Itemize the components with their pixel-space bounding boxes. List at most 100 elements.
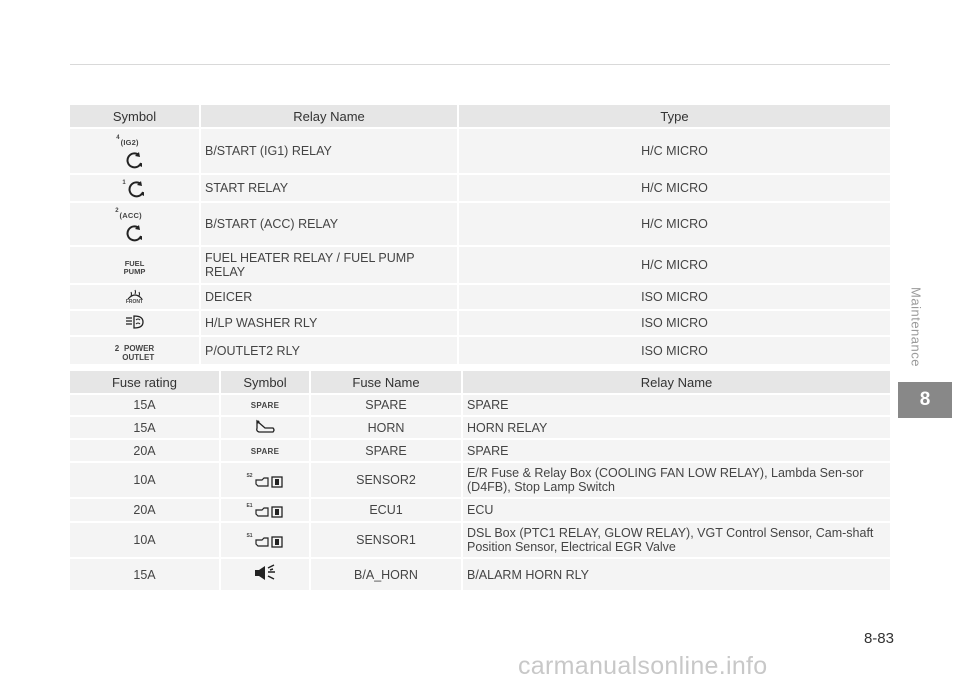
symbol-line: PUMP [123,266,146,276]
fuse-rating: 10A [70,461,220,498]
symbol-cell: S2 [219,461,310,498]
relay-type: H/C MICRO [457,201,890,246]
relay-table-header: Symbol Relay Name Type [70,105,890,128]
ecu1-symbol: E1 [246,503,283,519]
header-symbol: Symbol [219,371,310,394]
ig2-symbol: 4(IG2) [116,134,145,169]
table-row: 2 POWER OUTLET P/OUTLET2 RLY ISO MICRO [70,335,890,364]
fuel-pump-symbol: FUEL PUMP [123,259,146,276]
engine-sensor-icon [254,505,283,518]
symbol-cell: S1 [219,521,310,558]
fuse-name: HORN [309,415,462,439]
section-side-label: Maintenance [898,272,934,382]
start-symbol: 1 [122,180,146,198]
relay-type: H/C MICRO [457,173,890,202]
relay-type: ISO MICRO [457,309,890,336]
fuse-table: Fuse rating Symbol Fuse Name Relay Name … [70,371,890,590]
symbol-cell: 2(ACC) [70,201,200,246]
symbol-superscript: 1 [122,179,126,186]
symbol-superscript: 2 [115,207,119,214]
symbol-cell: 2 POWER OUTLET [70,335,200,364]
fuse-rating: 10A [70,521,220,558]
fuse-rating: 15A [70,415,220,439]
watermark: carmanualsonline.info [518,652,768,680]
table-row: 15A SPARE SPARE SPARE [70,393,890,416]
header-symbol: Symbol [70,105,200,128]
header-relay-name: Relay Name [199,105,458,128]
fuse-rating: 20A [70,438,220,462]
table-row: 20A SPARE SPARE SPARE [70,438,890,462]
ignition-key-icon [128,180,144,197]
header-fuse-name: Fuse Name [309,371,462,394]
symbol-cell [70,309,200,336]
symbol-cell: FUEL PUMP [70,245,200,284]
relay-type: H/C MICRO [457,127,890,174]
table-row: 15A B/A_HORN B/ALARM HORN RLY [70,557,890,590]
chapter-tab: 8 [898,382,952,418]
table-row: 4(IG2) B/START (IG1) RELAY H/C MICRO [70,127,890,174]
header-type: Type [457,105,890,128]
table-row: H/LP WASHER RLY ISO MICRO [70,309,890,336]
relay-name: SPARE [461,438,890,462]
symbol-superscript: E1 [246,502,253,509]
fuse-name: B/A_HORN [309,557,462,590]
relay-name: E/R Fuse & Relay Box (COOLING FAN LOW RE… [461,461,890,498]
relay-type: H/C MICRO [457,245,890,284]
sensor1-symbol: S1 [246,533,283,549]
relay-name: START RELAY [199,173,458,202]
relay-name: HORN RELAY [461,415,890,439]
section-side-label-text: Maintenance [908,287,924,367]
headlamp-washer-icon [125,314,144,329]
top-rule [70,64,890,65]
header-relay-name: Relay Name [461,371,890,394]
table-row: 10A S1 SENSOR1 DSL Box (PTC1 RELAY, GLOW… [70,521,890,558]
relay-type: ISO MICRO [457,283,890,310]
deicer-symbol: FRONT [125,289,145,305]
relay-name: SPARE [461,393,890,416]
relay-name: FUEL HEATER RELAY / FUEL PUMP RELAY [199,245,458,284]
symbol-superscript: S2 [246,472,253,479]
symbol-line: POWER [123,343,155,353]
fuse-name: SPARE [309,438,462,462]
symbol-superscript: 2 [114,343,120,353]
symbol-cell: SPARE [219,393,310,416]
table-row: FUEL PUMP FUEL HEATER RELAY / FUEL PUMP … [70,245,890,284]
relay-name: B/ALARM HORN RLY [461,557,890,590]
table-row: FRONT DEICER ISO MICRO [70,283,890,310]
relay-name: DEICER [199,283,458,310]
symbol-cell: E1 [219,497,310,522]
table-row: 20A E1 ECU1 ECU [70,497,890,522]
table-row: 2(ACC) B/START (ACC) RELAY H/C MICRO [70,201,890,246]
table-row: 1 START RELAY H/C MICRO [70,173,890,202]
header-fuse-rating: Fuse rating [70,371,220,394]
table-row: 15A HORN HORN RELAY [70,415,890,439]
fuse-name: SPARE [309,393,462,416]
horn-icon [256,419,275,433]
fuse-table-header: Fuse rating Symbol Fuse Name Relay Name [70,371,890,394]
alarm-horn-icon [255,564,275,580]
ignition-key-icon [126,224,142,241]
symbol-line: OUTLET [122,352,155,362]
relay-name: B/START (IG1) RELAY [199,127,458,174]
fuse-name: SENSOR2 [309,461,462,498]
fuse-rating: 20A [70,497,220,522]
symbol-cell: 1 [70,173,200,202]
symbol-cell [219,557,310,590]
symbol-superscript: 4 [116,134,120,141]
engine-sensor-icon [254,475,283,488]
relay-name: P/OUTLET2 RLY [199,335,458,364]
fuse-name: SENSOR1 [309,521,462,558]
symbol-cell [219,415,310,439]
relay-name: DSL Box (PTC1 RELAY, GLOW RELAY), VGT Co… [461,521,890,558]
ignition-key-icon [126,151,142,168]
symbol-cell: SPARE [219,438,310,462]
fuse-rating: 15A [70,557,220,590]
sensor2-symbol: S2 [246,473,283,489]
relay-name: B/START (ACC) RELAY [199,201,458,246]
symbol-text: (ACC) [119,210,142,220]
power-outlet-symbol: 2 POWER OUTLET [115,344,154,362]
symbol-superscript: S1 [246,532,253,539]
engine-sensor-icon [254,535,283,548]
symbol-cell: 4(IG2) [70,127,200,174]
relay-name: ECU [461,497,890,522]
